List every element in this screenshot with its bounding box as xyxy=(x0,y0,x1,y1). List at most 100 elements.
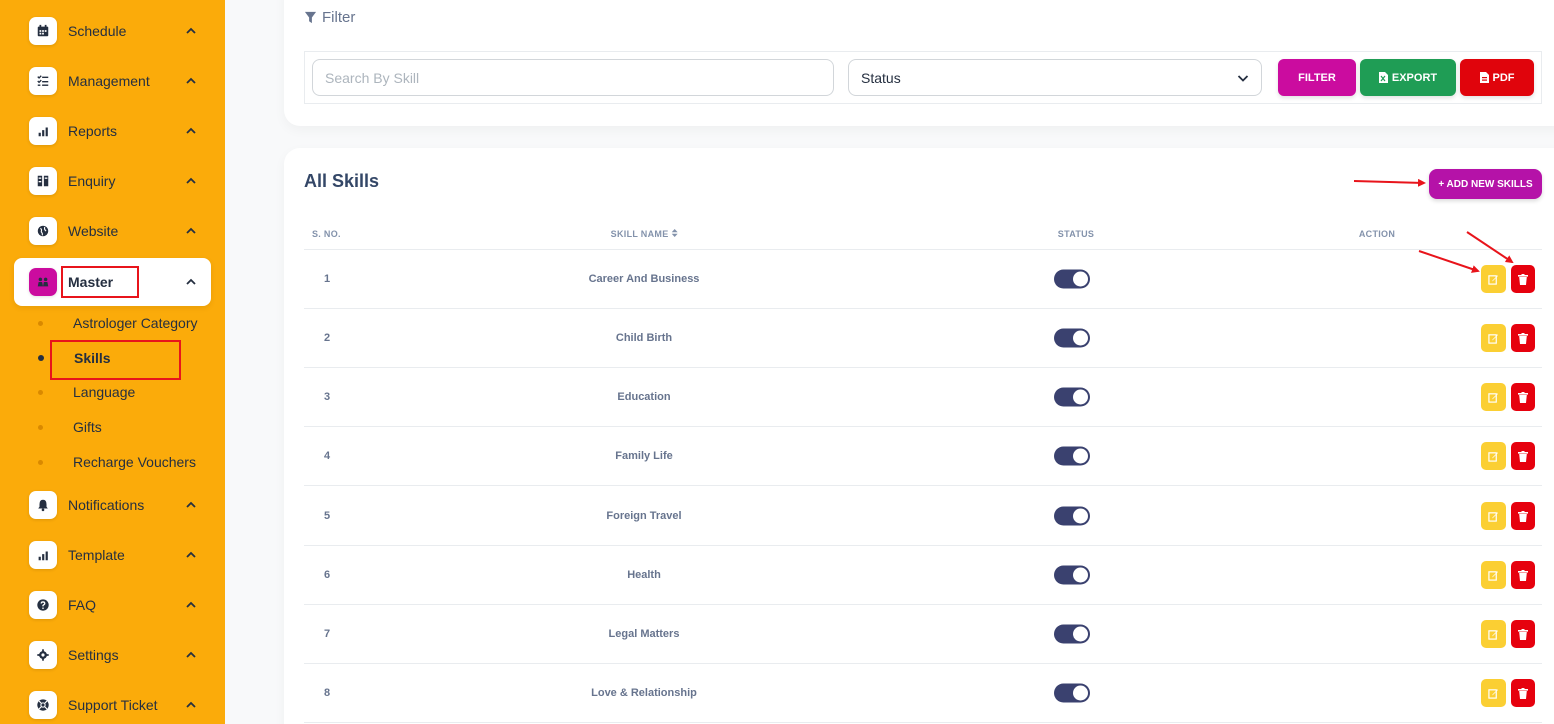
table-row: 6 Health xyxy=(304,546,1542,605)
cell-skill-name: Child Birth xyxy=(615,332,673,344)
bullet-dot xyxy=(38,424,43,430)
sidebar-item-settings[interactable]: Settings xyxy=(14,631,211,679)
toggle-knob xyxy=(1073,685,1088,701)
delete-button[interactable] xyxy=(1511,324,1535,352)
cell-sno: 2 xyxy=(324,332,331,344)
pdf-button-label: PDF xyxy=(1492,71,1515,84)
delete-button[interactable] xyxy=(1511,265,1535,293)
toggle-knob xyxy=(1073,448,1088,464)
status-toggle[interactable] xyxy=(1054,683,1090,703)
chevron-up-icon xyxy=(186,501,196,508)
edit-button[interactable] xyxy=(1481,265,1506,293)
edit-button[interactable] xyxy=(1481,561,1506,589)
column-header-skill-name[interactable]: SKILL NAME xyxy=(611,229,678,239)
delete-button[interactable] xyxy=(1511,383,1535,411)
status-select[interactable]: Status xyxy=(848,59,1262,96)
edit-icon xyxy=(1488,392,1499,403)
column-header-sno: S. NO. xyxy=(312,229,341,239)
sidebar-item-management[interactable]: Management xyxy=(14,57,211,105)
table-row: 1 Career And Business xyxy=(304,250,1542,309)
export-button-label: EXPORT xyxy=(1391,71,1438,84)
trash-icon xyxy=(1518,569,1528,581)
column-header-label: SKILL NAME xyxy=(610,229,669,239)
sidebar-item-schedule[interactable]: Schedule xyxy=(14,7,211,55)
annotation-highlight-box xyxy=(50,340,181,380)
sidebar-item-label: Reports xyxy=(68,123,118,139)
chevron-up-icon xyxy=(186,127,196,134)
table-row: 8 Love & Relationship xyxy=(304,664,1542,723)
chevron-up-icon xyxy=(186,227,196,234)
sidebar-item-template[interactable]: Template xyxy=(14,531,211,579)
sidebar-item-reports[interactable]: Reports xyxy=(14,107,211,155)
checklist-icon xyxy=(29,67,57,95)
chevron-up-icon xyxy=(186,77,196,84)
table-row: 2 Child Birth xyxy=(304,309,1542,368)
cell-sno: 8 xyxy=(324,687,331,699)
sidebar-item-notifications[interactable]: Notifications xyxy=(14,481,211,529)
cell-sno: 4 xyxy=(324,450,331,462)
sidebar-subitem-label: Recharge Vouchers xyxy=(73,454,196,470)
edit-button[interactable] xyxy=(1481,502,1506,530)
sidebar-subitem-label: Astrologer Category xyxy=(73,315,198,331)
edit-button[interactable] xyxy=(1481,324,1506,352)
status-toggle[interactable] xyxy=(1054,328,1090,348)
sidebar-item-label: Settings xyxy=(68,647,119,663)
search-input[interactable] xyxy=(312,59,834,96)
status-toggle[interactable] xyxy=(1054,565,1090,585)
cell-skill-name: Legal Matters xyxy=(608,628,680,640)
cell-skill-name: Family Life xyxy=(615,450,673,462)
edit-button[interactable] xyxy=(1481,620,1506,648)
status-toggle[interactable] xyxy=(1054,387,1090,407)
add-new-skills-button[interactable]: + ADD NEW SKILLS xyxy=(1429,169,1542,199)
pdf-button[interactable]: PDF xyxy=(1460,59,1534,96)
sidebar-subitem-astrologer-category[interactable]: Astrologer Category xyxy=(38,312,198,334)
sidebar-item-faq[interactable]: FAQ xyxy=(14,581,211,629)
trash-icon xyxy=(1518,687,1528,699)
bar-chart-icon xyxy=(29,117,57,145)
sidebar-item-label: Website xyxy=(68,223,119,239)
sidebar-item-label: Management xyxy=(68,73,150,89)
chevron-up-icon xyxy=(186,701,196,708)
delete-button[interactable] xyxy=(1511,679,1535,707)
status-toggle[interactable] xyxy=(1054,269,1090,289)
cell-sno: 3 xyxy=(324,391,331,403)
cell-sno: 6 xyxy=(324,569,331,581)
chevron-up-icon xyxy=(186,27,196,34)
chevron-up-icon xyxy=(186,551,196,558)
sidebar-subitem-gifts[interactable]: Gifts xyxy=(38,416,102,438)
sidebar-item-support-ticket[interactable]: Support Ticket xyxy=(14,681,211,724)
status-toggle[interactable] xyxy=(1054,446,1090,466)
sidebar-item-label: Template xyxy=(68,547,125,563)
trash-icon xyxy=(1518,332,1528,344)
status-toggle[interactable] xyxy=(1054,624,1090,644)
toggle-knob xyxy=(1073,626,1088,642)
status-toggle[interactable] xyxy=(1054,506,1090,526)
cell-sno: 7 xyxy=(324,628,331,640)
sidebar: Schedule Management Reports Enquiry Webs… xyxy=(0,0,225,724)
sidebar-item-label: Notifications xyxy=(68,497,145,513)
sidebar-subitem-language[interactable]: Language xyxy=(38,381,135,403)
toggle-knob xyxy=(1073,330,1088,346)
export-button[interactable]: EXPORT xyxy=(1360,59,1456,96)
sidebar-subitem-recharge-vouchers[interactable]: Recharge Vouchers xyxy=(38,451,196,473)
cell-skill-name: Health xyxy=(627,569,661,581)
table-row: 4 Family Life xyxy=(304,427,1542,486)
filter-button[interactable]: FILTER xyxy=(1278,59,1356,96)
sidebar-subitem-label: Gifts xyxy=(73,419,102,435)
sidebar-item-enquiry[interactable]: Enquiry xyxy=(14,157,211,205)
gear-icon xyxy=(29,641,57,669)
edit-button[interactable] xyxy=(1481,442,1506,470)
delete-button[interactable] xyxy=(1511,561,1535,589)
status-select-value: Status xyxy=(861,69,901,86)
sidebar-item-website[interactable]: Website xyxy=(14,207,211,255)
edit-button[interactable] xyxy=(1481,679,1506,707)
question-icon xyxy=(29,591,57,619)
delete-button[interactable] xyxy=(1511,620,1535,648)
delete-button[interactable] xyxy=(1511,502,1535,530)
cell-skill-name: Love & Relationship xyxy=(591,687,697,699)
bell-icon xyxy=(29,491,57,519)
edit-icon xyxy=(1488,629,1499,640)
delete-button[interactable] xyxy=(1511,442,1535,470)
edit-button[interactable] xyxy=(1481,383,1506,411)
pdf-file-icon xyxy=(1479,72,1489,83)
